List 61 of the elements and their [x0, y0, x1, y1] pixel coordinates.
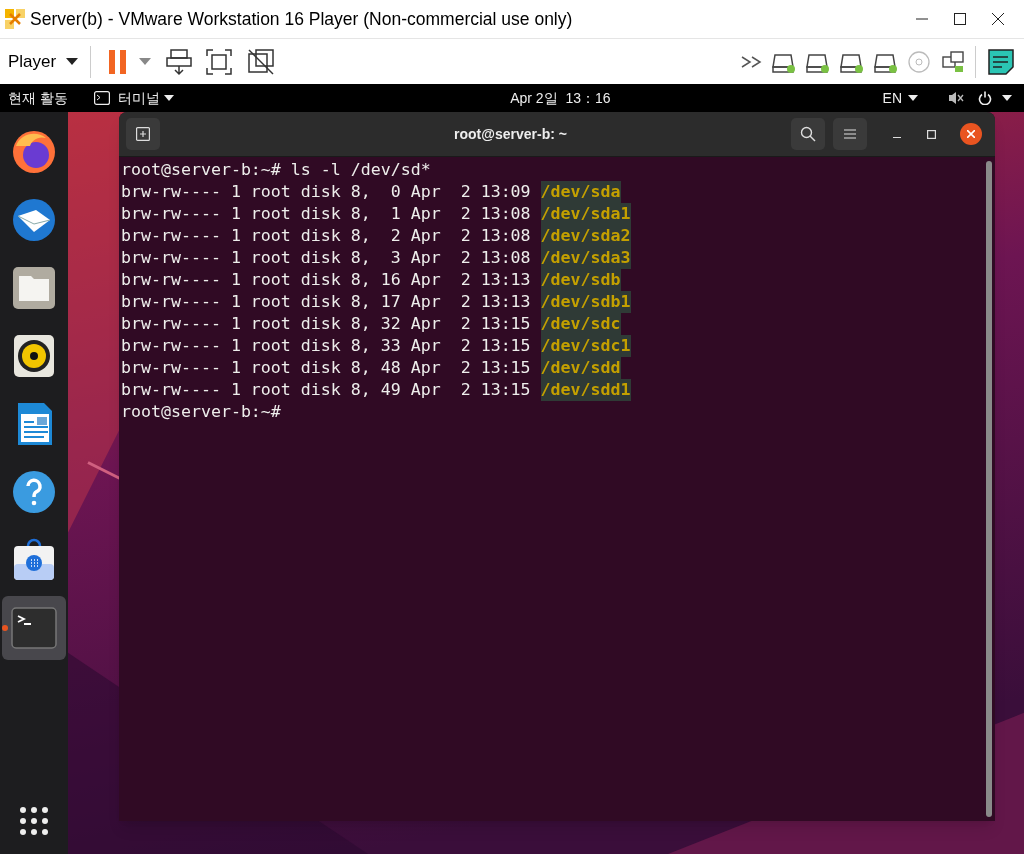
terminal-line: brw-rw---- 1 root disk 8, 49 Apr 2 13:15 — [121, 379, 532, 401]
terminal-line: root@server-b:~# ls -l /dev/sd* — [121, 159, 431, 181]
terminal-line: brw-rw---- 1 root disk 8, 32 Apr 2 13:15 — [121, 313, 532, 335]
terminal-icon — [93, 91, 110, 105]
power-icon[interactable] — [978, 91, 992, 105]
app-logo-icon — [4, 8, 26, 30]
terminal-line: brw-rw---- 1 root disk 8, 2 Apr 2 13:08 — [121, 225, 532, 247]
scrollbar[interactable] — [986, 161, 992, 817]
folder-icon — [10, 264, 58, 312]
search-button[interactable] — [791, 118, 825, 150]
device-name: /dev/sda — [540, 181, 621, 203]
help-icon — [10, 468, 58, 516]
device-name: /dev/sdd — [540, 357, 621, 379]
device-name: /dev/sda2 — [540, 225, 631, 247]
caret-icon — [908, 94, 918, 102]
chevron-double-icon[interactable] — [741, 54, 763, 69]
close-icon — [967, 130, 975, 138]
activities-button[interactable]: 현재 활동 — [8, 87, 68, 109]
input-source-menu[interactable]: EN — [882, 87, 918, 109]
device-name: /dev/sdb — [540, 269, 621, 291]
close-icon[interactable] — [992, 13, 1004, 25]
terminal-line: root@server-b:~# — [121, 401, 281, 423]
terminal-icon — [10, 604, 58, 652]
fullscreen-icon[interactable] — [205, 47, 234, 76]
new-tab-button[interactable] — [126, 118, 160, 150]
device-name: /dev/sda3 — [540, 247, 631, 269]
window-title: Server(b) - VMware Workstation 16 Player (Non-commercial use only) — [30, 7, 573, 31]
terminal-line: brw-rw---- 1 root disk 8, 48 Apr 2 13:15 — [121, 357, 532, 379]
device-name: /dev/sdd1 — [540, 379, 631, 401]
network-icon[interactable] — [941, 49, 965, 74]
terminal-title: root@server-b: ~ — [453, 124, 568, 144]
volume-muted-icon[interactable] — [948, 91, 964, 105]
keyboard-send-icon[interactable] — [165, 47, 194, 76]
caret-icon — [66, 57, 79, 66]
running-indicator — [2, 625, 8, 631]
clock[interactable]: Apr 2일 13：16 — [510, 87, 611, 109]
maximize-icon[interactable] — [954, 13, 966, 25]
new-tab-icon — [136, 127, 150, 141]
search-icon — [800, 126, 816, 142]
app-menu[interactable]: 터미널 — [93, 87, 174, 109]
terminal-line: brw-rw---- 1 root disk 8, 1 Apr 2 13:08 — [121, 203, 532, 225]
menu-button[interactable] — [833, 118, 867, 150]
terminal-line: brw-rw---- 1 root disk 8, 3 Apr 2 13:08 — [121, 247, 532, 269]
terminal-line: brw-rw---- 1 root disk 8, 0 Apr 2 13:09 — [121, 181, 532, 203]
browser-icon — [10, 128, 58, 176]
terminal-line: brw-rw---- 1 root disk 8, 16 Apr 2 13:13 — [121, 269, 532, 291]
mail-icon — [10, 196, 58, 244]
device-name: /dev/sdb1 — [540, 291, 631, 313]
player-menu[interactable]: Player — [8, 48, 79, 75]
unity-icon[interactable] — [247, 47, 276, 76]
terminal-line: brw-rw---- 1 root disk 8, 17 Apr 2 13:13 — [121, 291, 532, 313]
device-name: /dev/sdc — [540, 313, 621, 335]
device-name: /dev/sda1 — [540, 203, 631, 225]
app-grid-icon[interactable] — [19, 806, 49, 836]
terminal-line: brw-rw---- 1 root disk 8, 33 Apr 2 13:15 — [121, 335, 532, 357]
note-icon[interactable] — [988, 48, 1014, 75]
device-name: /dev/sdc1 — [540, 335, 631, 357]
close-button[interactable] — [960, 123, 982, 145]
menu-icon — [844, 129, 856, 139]
caret-icon[interactable] — [1002, 94, 1012, 102]
caret-icon — [163, 94, 174, 102]
